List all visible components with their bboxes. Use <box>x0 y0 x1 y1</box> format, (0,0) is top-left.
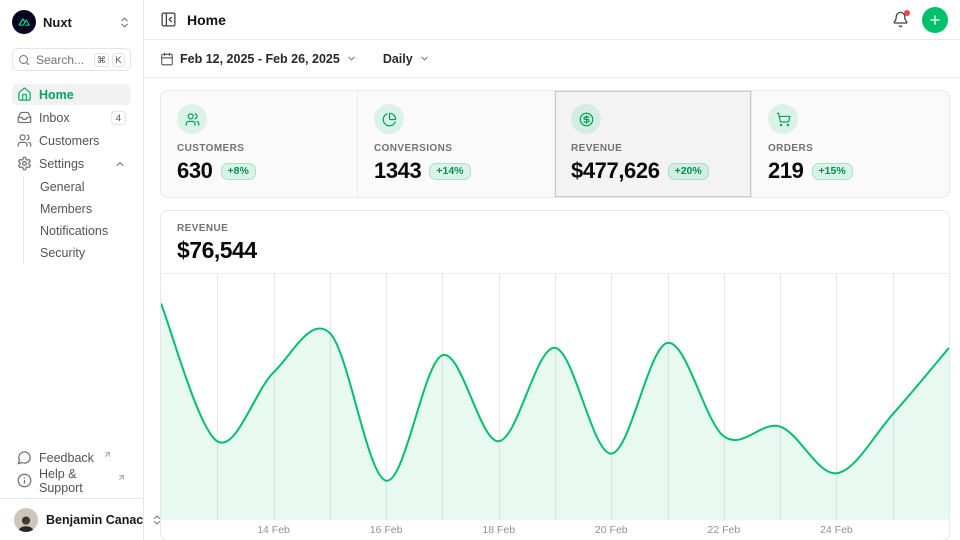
user-name: Benjamin Canac <box>46 513 143 527</box>
chevron-down-icon <box>419 53 430 64</box>
page-header: Home <box>144 0 960 40</box>
users-icon <box>177 104 207 134</box>
dollar-circle-icon <box>571 104 601 134</box>
page-title: Home <box>187 12 226 28</box>
stat-label: CUSTOMERS <box>177 143 341 154</box>
users-icon <box>17 133 32 148</box>
stat-label: ORDERS <box>768 143 933 154</box>
stat-card-orders[interactable]: ORDERS 219 +15% <box>752 91 949 197</box>
workspace-switcher[interactable]: Nuxt <box>12 8 131 36</box>
search-icon <box>18 54 30 66</box>
stat-card-conversions[interactable]: CONVERSIONS 1343 +14% <box>358 91 555 197</box>
search-shortcut: ⌘ K <box>94 53 125 67</box>
sidebar-footer-nav: Feedback Help & Support <box>12 447 131 491</box>
user-menu[interactable]: Benjamin Canac <box>12 506 131 534</box>
filters-toolbar: Feb 12, 2025 - Feb 26, 2025 Daily <box>144 40 960 78</box>
sidebar-item-general[interactable]: General <box>24 176 131 198</box>
stat-card-customers[interactable]: CUSTOMERS 630 +8% <box>161 91 358 197</box>
chevrons-up-down-icon <box>118 16 131 29</box>
calendar-icon <box>160 52 174 66</box>
kbd-k: K <box>112 53 125 67</box>
date-range-picker[interactable]: Feb 12, 2025 - Feb 26, 2025 <box>160 52 357 66</box>
shopping-cart-icon <box>768 104 798 134</box>
settings-subnav: General Members Notifications Security <box>23 176 131 264</box>
sidebar-item-label: Feedback <box>39 451 94 465</box>
sidebar: Nuxt Search... ⌘ K Home <box>0 0 144 540</box>
x-axis-tick: 22 Feb <box>707 524 740 536</box>
x-axis-tick: 20 Feb <box>595 524 628 536</box>
sidebar-item-home[interactable]: Home <box>12 84 131 105</box>
sidebar-item-members[interactable]: Members <box>24 198 131 220</box>
x-axis-tick: 24 Feb <box>820 524 853 536</box>
message-circle-icon <box>17 450 32 465</box>
sidebar-item-help-support[interactable]: Help & Support <box>12 470 131 491</box>
plus-icon <box>928 13 942 27</box>
stat-label: CONVERSIONS <box>374 143 538 154</box>
x-axis-tick: 18 Feb <box>482 524 515 536</box>
sidebar-item-settings[interactable]: Settings <box>12 153 131 174</box>
chart-metric-value: $76,544 <box>177 237 933 264</box>
sidebar-item-feedback[interactable]: Feedback <box>12 447 131 468</box>
sidebar-item-label: Home <box>39 88 74 102</box>
x-axis-tick: 14 Feb <box>257 524 290 536</box>
stat-delta-badge: +8% <box>221 163 256 180</box>
page-content: CUSTOMERS 630 +8% CONVERSIONS 1343 +14% <box>144 78 960 540</box>
x-axis-tick: 16 Feb <box>370 524 403 536</box>
notification-dot <box>904 10 910 16</box>
search-placeholder: Search... <box>36 53 84 67</box>
sidebar-item-label: Help & Support <box>39 467 108 495</box>
interval-value: Daily <box>383 52 413 66</box>
chevron-up-icon <box>114 158 126 170</box>
sidebar-item-label: Inbox <box>39 111 70 125</box>
sidebar-item-label: Customers <box>39 134 99 148</box>
notifications-button[interactable] <box>892 11 909 28</box>
stat-value: 630 <box>177 158 213 184</box>
revenue-chart-plot[interactable] <box>161 274 949 520</box>
info-circle-icon <box>17 473 32 488</box>
workspace-name: Nuxt <box>43 15 72 30</box>
sidebar-item-inbox[interactable]: Inbox 4 <box>12 107 131 128</box>
search-input[interactable]: Search... ⌘ K <box>12 48 131 71</box>
sidebar-nav: Home Inbox 4 Customers Settings <box>12 84 131 174</box>
stat-label: REVENUE <box>571 143 735 154</box>
chevron-down-icon <box>346 53 357 64</box>
stats-row: CUSTOMERS 630 +8% CONVERSIONS 1343 +14% <box>160 90 950 198</box>
kbd-cmd: ⌘ <box>94 53 109 67</box>
x-axis-labels: 14 Feb 16 Feb 18 Feb 20 Feb 22 Feb 24 Feb <box>161 520 949 540</box>
stat-value: 219 <box>768 158 804 184</box>
stat-value: $477,626 <box>571 158 660 184</box>
external-link-icon <box>115 473 126 488</box>
chart-header: REVENUE $76,544 <box>161 211 949 274</box>
main-panel: Home Feb 12, 2025 - Feb 26, 2025 <box>144 0 960 540</box>
inbox-count-badge: 4 <box>111 111 126 125</box>
gear-icon <box>17 156 32 171</box>
stat-delta-badge: +15% <box>812 163 853 180</box>
pie-chart-icon <box>374 104 404 134</box>
sidebar-item-security[interactable]: Security <box>24 242 131 264</box>
sidebar-divider <box>0 498 143 499</box>
interval-select[interactable]: Daily <box>383 52 430 66</box>
stat-value: 1343 <box>374 158 421 184</box>
sidebar-item-label: Settings <box>39 157 84 171</box>
external-link-icon <box>101 450 112 465</box>
collapse-sidebar-button[interactable] <box>160 11 177 28</box>
sidebar-item-notifications[interactable]: Notifications <box>24 220 131 242</box>
house-icon <box>17 87 32 102</box>
sidebar-item-customers[interactable]: Customers <box>12 130 131 151</box>
avatar <box>14 508 38 532</box>
stat-delta-badge: +14% <box>429 163 470 180</box>
chart-metric-label: REVENUE <box>177 223 933 234</box>
revenue-chart-card: REVENUE $76,544 14 Feb 16 Feb 18 Feb 20 Feb… <box>160 210 950 540</box>
add-button[interactable] <box>922 7 948 33</box>
dashboard-app: Nuxt Search... ⌘ K Home <box>0 0 960 540</box>
nuxt-logo-icon <box>12 10 36 34</box>
inbox-icon <box>17 110 32 125</box>
stat-card-revenue[interactable]: REVENUE $477,626 +20% <box>555 91 752 197</box>
stat-delta-badge: +20% <box>668 163 709 180</box>
date-range-value: Feb 12, 2025 - Feb 26, 2025 <box>180 52 340 66</box>
